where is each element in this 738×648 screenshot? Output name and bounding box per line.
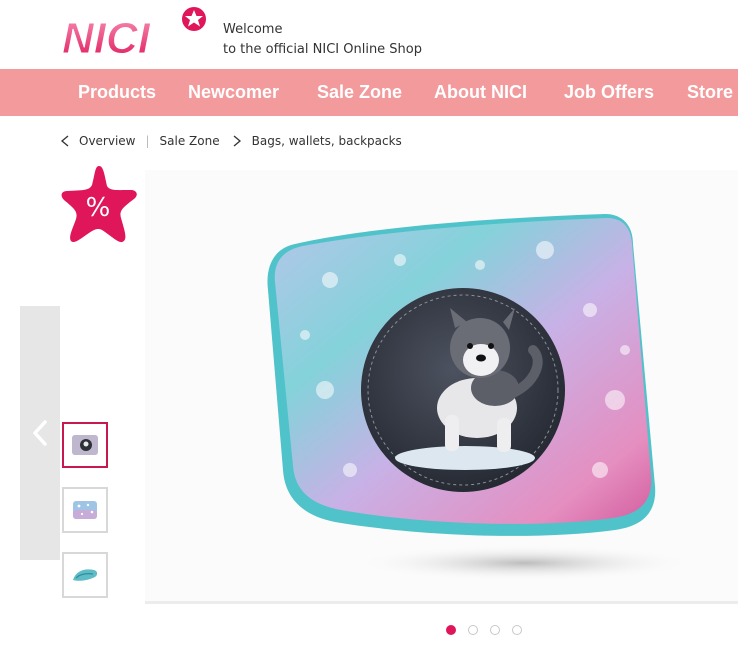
nav-item-job-offers[interactable]: Job Offers	[564, 69, 654, 116]
nav-item-about-nici[interactable]: About NICI	[434, 69, 527, 116]
thumbnail-wallet-open-image	[73, 569, 98, 581]
thumbnail-2[interactable]	[62, 487, 108, 533]
carousel-dot-3[interactable]	[490, 625, 500, 635]
carousel-dot-1[interactable]	[446, 625, 456, 635]
thumbnail-1[interactable]	[62, 422, 108, 468]
chevron-right-icon	[233, 135, 241, 147]
svg-text:NICI: NICI	[62, 14, 151, 62]
chevron-left-icon[interactable]	[60, 135, 70, 147]
thumbnail-3[interactable]	[62, 552, 108, 598]
nav-item-newcomer[interactable]: Newcomer	[188, 69, 279, 116]
nici-logo[interactable]: NICI	[60, 6, 210, 62]
site-header: NICI Welcome to the official NICI Online…	[0, 0, 738, 69]
welcome-text: Welcome to the official NICI Online Shop	[223, 20, 422, 60]
nav-item-store-locator[interactable]: Store Locator	[687, 69, 738, 116]
welcome-line-2: to the official NICI Online Shop	[223, 42, 423, 57]
welcome-line-1: Welcome	[223, 22, 283, 37]
nav-item-products[interactable]: Products	[78, 69, 156, 116]
sale-badge: %	[61, 166, 137, 243]
percent-icon: %	[86, 193, 111, 223]
wallet-illustration	[267, 214, 695, 581]
image-divider	[145, 601, 738, 604]
breadcrumb-current: Bags, wallets, backpacks	[251, 134, 402, 148]
breadcrumb-divider: |	[145, 134, 150, 148]
main-product-image[interactable]	[145, 170, 738, 604]
chevron-left-icon	[33, 420, 47, 446]
thumbnail-wallet-back-image	[73, 501, 97, 519]
thumbnail-wallet-front-image	[72, 435, 98, 455]
main-navigation: Products Newcomer Sale Zone About NICI J…	[0, 69, 738, 116]
breadcrumb-overview[interactable]: Overview	[79, 134, 136, 148]
breadcrumb-sale-zone[interactable]: Sale Zone	[160, 134, 220, 148]
nav-item-sale-zone[interactable]: Sale Zone	[317, 69, 402, 116]
carousel-dot-4[interactable]	[512, 625, 522, 635]
carousel-dots	[446, 625, 522, 635]
gallery-prev-button[interactable]	[20, 306, 60, 560]
breadcrumb: Overview | Sale Zone Bags, wallets, back…	[60, 131, 402, 151]
carousel-dot-2[interactable]	[468, 625, 478, 635]
